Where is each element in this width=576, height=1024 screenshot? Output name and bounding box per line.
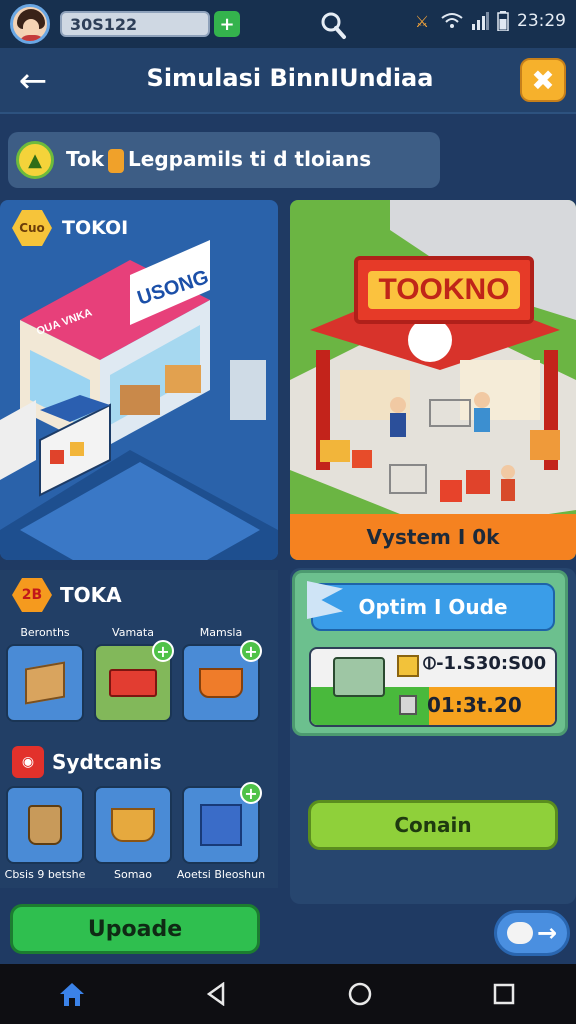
box-icon [25,661,65,705]
store-card-right[interactable]: TOOKNO Vystem I 0k [290,200,576,560]
next-button[interactable]: → [494,910,570,956]
add-coins-button[interactable]: + [214,11,240,37]
toka-panel: 2B TOKA Beronths Vamata + Mamsla + [0,570,278,740]
battery-icon [497,11,509,31]
store-card-left[interactable]: Cuo TOKOI USONG OUA VNKA [0,200,278,560]
optimum-button[interactable]: Optim I Oude [311,583,555,631]
wifi-icon [441,13,463,28]
systems-label: Sydtcanis [52,750,162,774]
basket-icon [199,668,243,698]
tile-caption: Somao [114,868,152,881]
toka-label: TOKA [60,583,122,607]
toka-tile-basket[interactable]: + [182,640,262,722]
back-button[interactable]: ← [12,60,54,102]
cloud-icon [506,922,533,944]
status-bar: 30S122 + ⚔ 23:29 [0,0,576,48]
small-box-icon [399,695,417,715]
systems-tile-shelf[interactable]: + [182,782,262,864]
tip-banner[interactable]: ▲ Tok Legpamils ti d tloians [8,132,440,188]
signal-icon [472,12,489,30]
tile-caption: Cbsis 9 betshe [4,868,86,881]
update-button[interactable]: Upoade [10,904,260,954]
supermarket-illustration [290,200,576,530]
add-icon[interactable]: + [152,640,174,662]
tile-caption: Aoetsi Bleoshun [176,868,266,881]
store-card-footer: Vystem I 0k [290,514,576,560]
systems-tile-coins[interactable] [94,786,172,864]
shop-sign: TOOKNO [354,256,534,324]
systems-tile-bag[interactable] [6,786,84,864]
tile-caption: Beronths [20,626,70,639]
gold-icon [397,655,419,677]
systems-icon: ◉ [12,746,44,778]
tip-text: Tok Legpamils ti d tloians [66,147,372,173]
crate-icon [333,657,385,697]
tile-caption: Vamata [112,626,154,639]
toka-tile-box[interactable] [6,644,84,722]
system-nav-bar [0,964,576,1024]
lightbulb-icon: ▲ [16,141,54,179]
cart-icon [109,669,157,697]
coin-icon [108,148,125,173]
toka-badge-icon: 2B [12,578,52,612]
toka-tile-cart[interactable]: + [94,640,174,722]
coin-basket-icon [111,808,155,842]
page-title: Simulasi BinnIUndiaa [146,64,434,92]
recents-icon[interactable] [484,974,524,1014]
stat-value-bottom: 01:3t.20 [427,693,522,717]
add-icon[interactable]: + [240,640,262,662]
search-icon[interactable] [318,10,348,40]
tile-caption: Mamsla [199,626,243,639]
confirm-button[interactable]: Conain [308,800,558,850]
add-icon[interactable]: + [240,782,262,804]
home-icon[interactable] [52,974,92,1014]
back-nav-icon[interactable] [196,974,236,1014]
stat-box: ⦶-1.S30:S00 01:3t.20 [309,647,557,727]
game-controller-icon: ⚔ [414,11,430,31]
player-avatar[interactable] [10,4,50,44]
shelf-icon [200,804,242,846]
home-circle-icon[interactable] [340,974,380,1014]
systems-panel: ◉ Sydtcanis Cbsis 9 betshe Somao + Aoets… [0,740,278,888]
clock-time: 23:29 [517,11,566,31]
close-button[interactable]: ✖ [520,58,566,102]
coin-counter: 30S122 [60,11,210,37]
title-bar: ← Simulasi BinnIUndiaa ✖ [0,48,576,114]
stat-value-top: ⦶-1.S30:S00 [423,653,547,674]
store-illustration: USONG OUA VNKA [0,240,278,560]
optimum-card: Optim I Oude ⦶-1.S30:S00 01:3t.20 [292,570,568,736]
bag-icon [28,805,62,845]
